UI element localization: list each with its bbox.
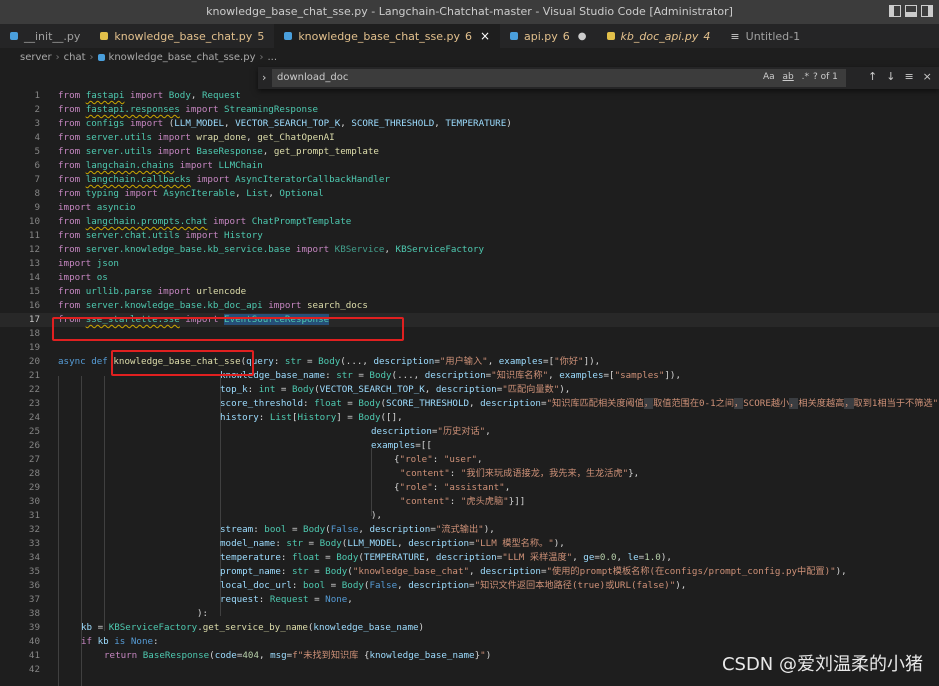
code-line: 24 history: List[History] = Body([], (28, 412, 403, 423)
code-line: 16 from server.knowledge_base.kb_doc_api … (28, 300, 368, 311)
python-icon (97, 54, 105, 61)
whole-word-icon[interactable]: ab (783, 72, 794, 82)
code-line: 5 from server.utils import BaseResponse, … (34, 146, 379, 157)
code-line: 12 from server.knowledge_base.kb_service.… (28, 244, 485, 255)
find-widget: › download_doc Aa ab .* ? of 1 ↑ ↓ ≡ × (258, 67, 939, 89)
close-tab-icon[interactable]: × (480, 29, 490, 43)
code-line: 8 from typing import AsyncIterable, List,… (34, 188, 324, 199)
find-nav: ↑ ↓ ≡ × (868, 70, 932, 83)
code-line: 3 from configs import (LLM_MODEL, VECTOR_… (34, 118, 512, 129)
code-line: 37 request: Request = None, (28, 594, 353, 605)
code-line: 10 from langchain.prompts.chat import Cha… (28, 216, 352, 227)
unsaved-dot-icon[interactable]: ● (578, 31, 587, 42)
code-line: 27 {"role": "user", (28, 454, 483, 465)
breadcrumb-chat[interactable]: chat (64, 52, 86, 63)
chevron-right-icon: › (55, 52, 60, 63)
code-line: 18 (28, 328, 40, 339)
breadcrumb-symbol[interactable]: ... (268, 52, 278, 63)
code-line: 25 description="历史对话", (28, 426, 491, 437)
code-line: 14 import os (28, 272, 108, 283)
lines-icon: ≡ (730, 29, 740, 43)
code-line: 13 import json (28, 258, 119, 269)
code-line: 38): (28, 608, 209, 619)
code-line: 39 kb = KBServiceFactory.get_service_by_n… (28, 622, 425, 633)
code-line: 2 from fastapi.responses import Streaming… (34, 104, 319, 115)
code-line: 29 {"role": "assistant", (28, 482, 511, 493)
code-line: 4 from server.utils import wrap_done, get… (34, 132, 335, 143)
tab-knowledge-base-chat-sse[interactable]: knowledge_base_chat_sse.py 6 × (274, 24, 501, 48)
breadcrumb-file[interactable]: knowledge_base_chat_sse.py (109, 52, 256, 63)
python-icon (510, 32, 519, 40)
tab-knowledge-base-chat[interactable]: knowledge_base_chat.py 5 (90, 24, 274, 48)
code-line: 22 top_k: int = Body(VECTOR_SEARCH_TOP_K,… (28, 384, 571, 395)
close-find-icon[interactable]: × (923, 70, 932, 83)
code-line: 1 from fastapi import Body, Request (34, 90, 241, 101)
code-line: 23 score_threshold: float = Body(SCORE_TH… (28, 398, 939, 409)
next-match-icon[interactable]: ↓ (886, 70, 895, 83)
toggle-panel-icon[interactable] (905, 5, 917, 17)
editor-tab-bar: __init__.py knowledge_base_chat.py 5 kno… (0, 24, 939, 48)
chevron-right-icon: › (259, 52, 264, 63)
chevron-right-icon: › (89, 52, 94, 63)
layout-controls (889, 5, 933, 17)
match-count: ? of 1 (813, 72, 838, 82)
match-case-icon[interactable]: Aa (763, 72, 775, 82)
regex-icon[interactable]: .* (802, 72, 809, 82)
window-title: knowledge_base_chat_sse.py - Langchain-C… (206, 5, 733, 18)
python-icon (284, 32, 293, 40)
python-icon (100, 32, 109, 40)
tab-untitled-1[interactable]: ≡ Untitled-1 (720, 24, 810, 48)
code-line: 15 from urllib.parse import urlencode (28, 286, 247, 297)
code-line: 19 (28, 342, 40, 353)
tab-kb-doc-api[interactable]: kb_doc_api.py 4 (597, 24, 721, 48)
code-line: 21 knowledge_base_name: str = Body(..., d… (28, 370, 681, 381)
code-line: 40 if kb is None: (28, 636, 159, 647)
toggle-replace-icon[interactable]: › (262, 71, 266, 84)
code-line: 20 async def knowledge_base_chat_sse(quer… (28, 356, 601, 367)
code-line: 26 examples=[[ (28, 440, 432, 451)
code-line: 28 "content": "我们来玩成语接龙，我先来，生龙活虎"}, (28, 468, 640, 479)
breadcrumb: server › chat › knowledge_base_chat_sse.… (0, 48, 939, 67)
python-icon (10, 32, 18, 40)
code-line: 35 prompt_name: str = Body("knowledge_bas… (28, 566, 847, 577)
tab-init[interactable]: __init__.py (0, 24, 90, 48)
code-line: 31), (28, 510, 383, 521)
match-options: Aa ab .* (763, 72, 809, 82)
code-line: 11 from server.chat.utils import History (28, 230, 263, 241)
code-line-current: 17 from sse_starlette.sse import EventSou… (0, 313, 939, 327)
code-line: 36 local_doc_url: bool = Body(False, desc… (28, 580, 687, 591)
tab-api[interactable]: api.py 6 ● (500, 24, 597, 48)
find-input[interactable]: download_doc (272, 69, 846, 87)
find-in-selection-icon[interactable]: ≡ (904, 70, 913, 83)
code-line: 6 from langchain.chains import LLMChain (34, 160, 263, 171)
code-line: 30 "content": "虎头虎脑"}]] (28, 496, 526, 507)
python-icon (606, 32, 615, 40)
code-line: 7 from langchain.callbacks import AsyncIt… (34, 174, 390, 185)
code-line: 34 temperature: float = Body(TEMPERATURE,… (28, 552, 672, 563)
code-editor[interactable]: 1 from fastapi import Body, Request 2 from… (0, 89, 939, 686)
title-bar: knowledge_base_chat_sse.py - Langchain-C… (0, 0, 939, 24)
breadcrumb-server[interactable]: server (20, 52, 52, 63)
code-line: 9 import asyncio (34, 202, 136, 213)
code-line: 33 model_name: str = Body(LLM_MODEL, desc… (28, 538, 565, 549)
previous-match-icon[interactable]: ↑ (868, 70, 877, 83)
toggle-sidebar-icon[interactable] (889, 5, 901, 17)
code-line: 32 stream: bool = Body(False, description… (28, 524, 495, 535)
watermark: CSDN @爱刘温柔的小猪 (721, 654, 923, 675)
toggle-secondary-sidebar-icon[interactable] (921, 5, 933, 17)
